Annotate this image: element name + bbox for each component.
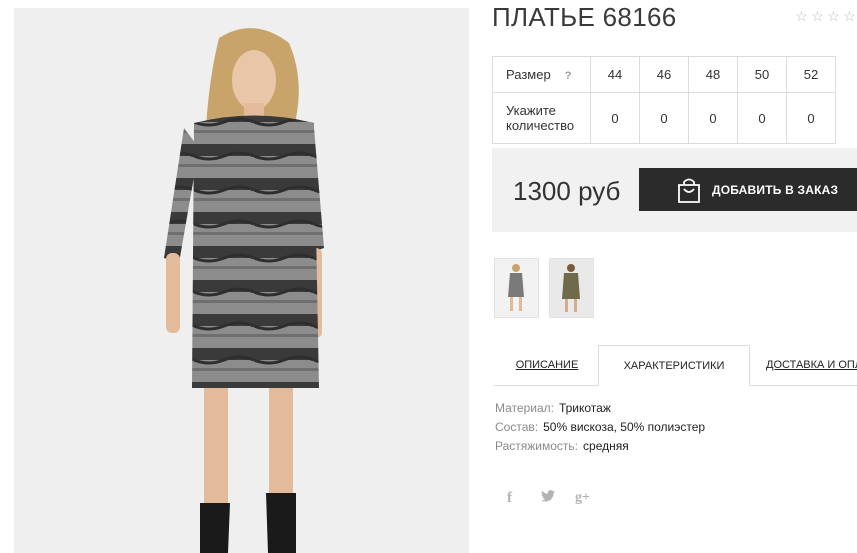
size-label-cell: Размер?: [492, 56, 591, 93]
characteristic-row: Растяжимость: средняя: [495, 438, 705, 457]
characteristic-row: Состав: 50% вискоза, 50% полиэстер: [495, 419, 705, 438]
star-icon[interactable]: ☆: [810, 8, 825, 24]
price-value: 1300 руб: [513, 176, 621, 206]
characteristic-row: Материал: Трикотаж: [495, 400, 705, 419]
tab-description[interactable]: ОПИСАНИЕ: [494, 345, 600, 385]
shopping-bag-icon: [676, 177, 702, 203]
size-cell: 46: [639, 56, 689, 93]
quantity-input-52[interactable]: 0: [786, 92, 836, 144]
quantity-input-50[interactable]: 0: [737, 92, 787, 144]
quantity-row: Укажите количество 0 0 0 0 0: [492, 92, 836, 144]
star-icon[interactable]: ☆: [826, 8, 841, 24]
quantity-input-46[interactable]: 0: [639, 92, 689, 144]
twitter-icon[interactable]: [541, 489, 575, 507]
facebook-icon[interactable]: f: [507, 490, 541, 507]
quantity-input-44[interactable]: 0: [590, 92, 640, 144]
characteristics-list: Материал: Трикотаж Состав: 50% вискоза, 50…: [495, 400, 705, 457]
characteristic-value: средняя: [583, 439, 629, 453]
characteristic-value: 50% вискоза, 50% полиэстер: [543, 420, 706, 434]
price-block: 1300 руб ДОБАВИТЬ В ЗАКАЗ: [492, 148, 857, 232]
add-to-order-label: ДОБАВИТЬ В ЗАКАЗ: [712, 182, 839, 197]
size-cell: 48: [688, 56, 738, 93]
product-main-image[interactable]: [14, 8, 469, 553]
thumbnail-2[interactable]: [549, 258, 594, 318]
star-icon[interactable]: ☆: [794, 8, 809, 24]
tab-delivery-payment[interactable]: ДОСТАВКА И ОПЛАТА: [766, 345, 857, 385]
size-quantity-table: Размер? 44 46 48 50 52 Укажите количеств…: [492, 56, 836, 144]
characteristic-value: Трикотаж: [558, 401, 611, 415]
tab-characteristics[interactable]: ХАРАКТЕРИСТИКИ: [598, 345, 750, 386]
quantity-input-48[interactable]: 0: [688, 92, 738, 144]
add-to-order-button[interactable]: ДОБАВИТЬ В ЗАКАЗ: [639, 168, 857, 211]
size-cell: 44: [590, 56, 640, 93]
size-label: Размер: [506, 67, 551, 82]
characteristic-key: Состав:: [495, 420, 539, 434]
google-plus-icon[interactable]: g+: [575, 490, 590, 506]
characteristic-key: Материал:: [495, 401, 554, 415]
product-title: ПЛАТЬЕ 68166: [492, 2, 677, 32]
star-icon[interactable]: ☆: [842, 8, 857, 24]
product-tabs: ОПИСАНИЕ ХАРАКТЕРИСТИКИ ДОСТАВКА И ОПЛАТ…: [494, 345, 857, 386]
size-cell: 52: [786, 56, 836, 93]
thumbnail-1[interactable]: [494, 258, 539, 318]
quantity-label: Укажите количество: [492, 92, 591, 144]
help-icon[interactable]: ?: [565, 70, 572, 82]
size-row: Размер? 44 46 48 50 52: [492, 56, 836, 93]
dress-photo-illustration: [14, 8, 469, 553]
size-cell: 50: [737, 56, 787, 93]
social-share: f g+: [507, 489, 590, 507]
rating-stars[interactable]: ☆ ☆ ☆ ☆ ☆: [794, 8, 857, 24]
characteristic-key: Растяжимость:: [495, 439, 579, 453]
